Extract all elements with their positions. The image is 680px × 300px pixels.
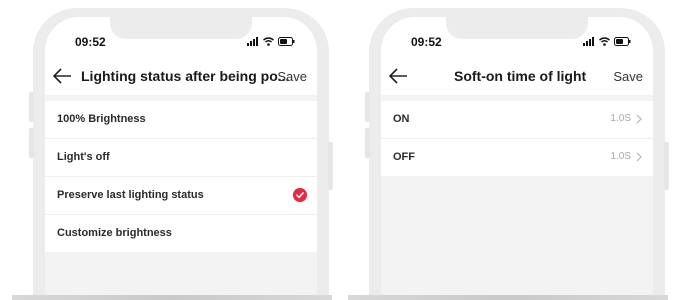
status-time: 09:52 — [75, 35, 106, 49]
signal-icon — [247, 37, 258, 46]
power-button — [664, 142, 669, 190]
shadow-divider — [348, 295, 668, 300]
nav-bar: Soft-on time of light Save — [381, 57, 653, 95]
volume-button — [365, 92, 370, 122]
setting-row-on[interactable]: ON 1.0S — [381, 101, 653, 139]
setting-value: 1.0S — [610, 113, 631, 124]
option-lights-off[interactable]: Light's off — [45, 139, 317, 177]
save-button[interactable]: Save — [613, 69, 643, 84]
chevron-right-icon — [636, 152, 642, 162]
setting-value: 1.0S — [610, 151, 631, 162]
canvas: 09:52 Lighting status after being po... … — [0, 0, 680, 300]
power-button — [328, 142, 333, 190]
page-title: Soft-on time of light — [454, 68, 587, 84]
setting-list: ON 1.0S OFF 1.0S — [381, 101, 653, 176]
notch — [446, 17, 588, 39]
volume-button — [365, 128, 370, 158]
option-label: 100% Brightness — [57, 113, 146, 125]
setting-row-off[interactable]: OFF 1.0S — [381, 139, 653, 176]
wifi-icon — [599, 37, 610, 46]
option-100-brightness[interactable]: 100% Brightness — [45, 101, 317, 139]
screen-soft-on-time: 09:52 Soft-on time of light Save ON 1.0S… — [381, 17, 653, 300]
option-label: Preserve last lighting status — [57, 189, 204, 201]
status-icons — [583, 37, 631, 46]
check-circle-icon — [293, 188, 307, 202]
nav-bar: Lighting status after being po... Save — [45, 57, 317, 95]
phone-right: 09:52 Soft-on time of light Save ON 1.0S… — [365, 8, 669, 300]
phone-left: 09:52 Lighting status after being po... … — [29, 8, 333, 300]
volume-button — [29, 128, 34, 158]
battery-icon — [614, 37, 631, 46]
arrow-left-icon[interactable] — [389, 67, 409, 85]
setting-label: OFF — [393, 151, 415, 163]
screen-lighting-status: 09:52 Lighting status after being po... … — [45, 17, 317, 300]
notch — [110, 17, 252, 39]
status-icons — [247, 37, 295, 46]
volume-button — [29, 92, 34, 122]
option-label: Customize brightness — [57, 227, 172, 239]
arrow-left-icon[interactable] — [53, 67, 73, 85]
option-list: 100% Brightness Light's off Preserve las… — [45, 101, 317, 252]
wifi-icon — [263, 37, 274, 46]
save-button[interactable]: Save — [277, 69, 307, 84]
signal-icon — [583, 37, 594, 46]
status-time: 09:52 — [411, 35, 442, 49]
page-title: Lighting status after being po... — [81, 68, 290, 84]
battery-icon — [278, 37, 295, 46]
option-preserve-last-status[interactable]: Preserve last lighting status — [45, 177, 317, 215]
chevron-right-icon — [636, 114, 642, 124]
option-customize-brightness[interactable]: Customize brightness — [45, 215, 317, 252]
option-label: Light's off — [57, 151, 110, 163]
shadow-divider — [12, 295, 332, 300]
setting-label: ON — [393, 113, 410, 125]
